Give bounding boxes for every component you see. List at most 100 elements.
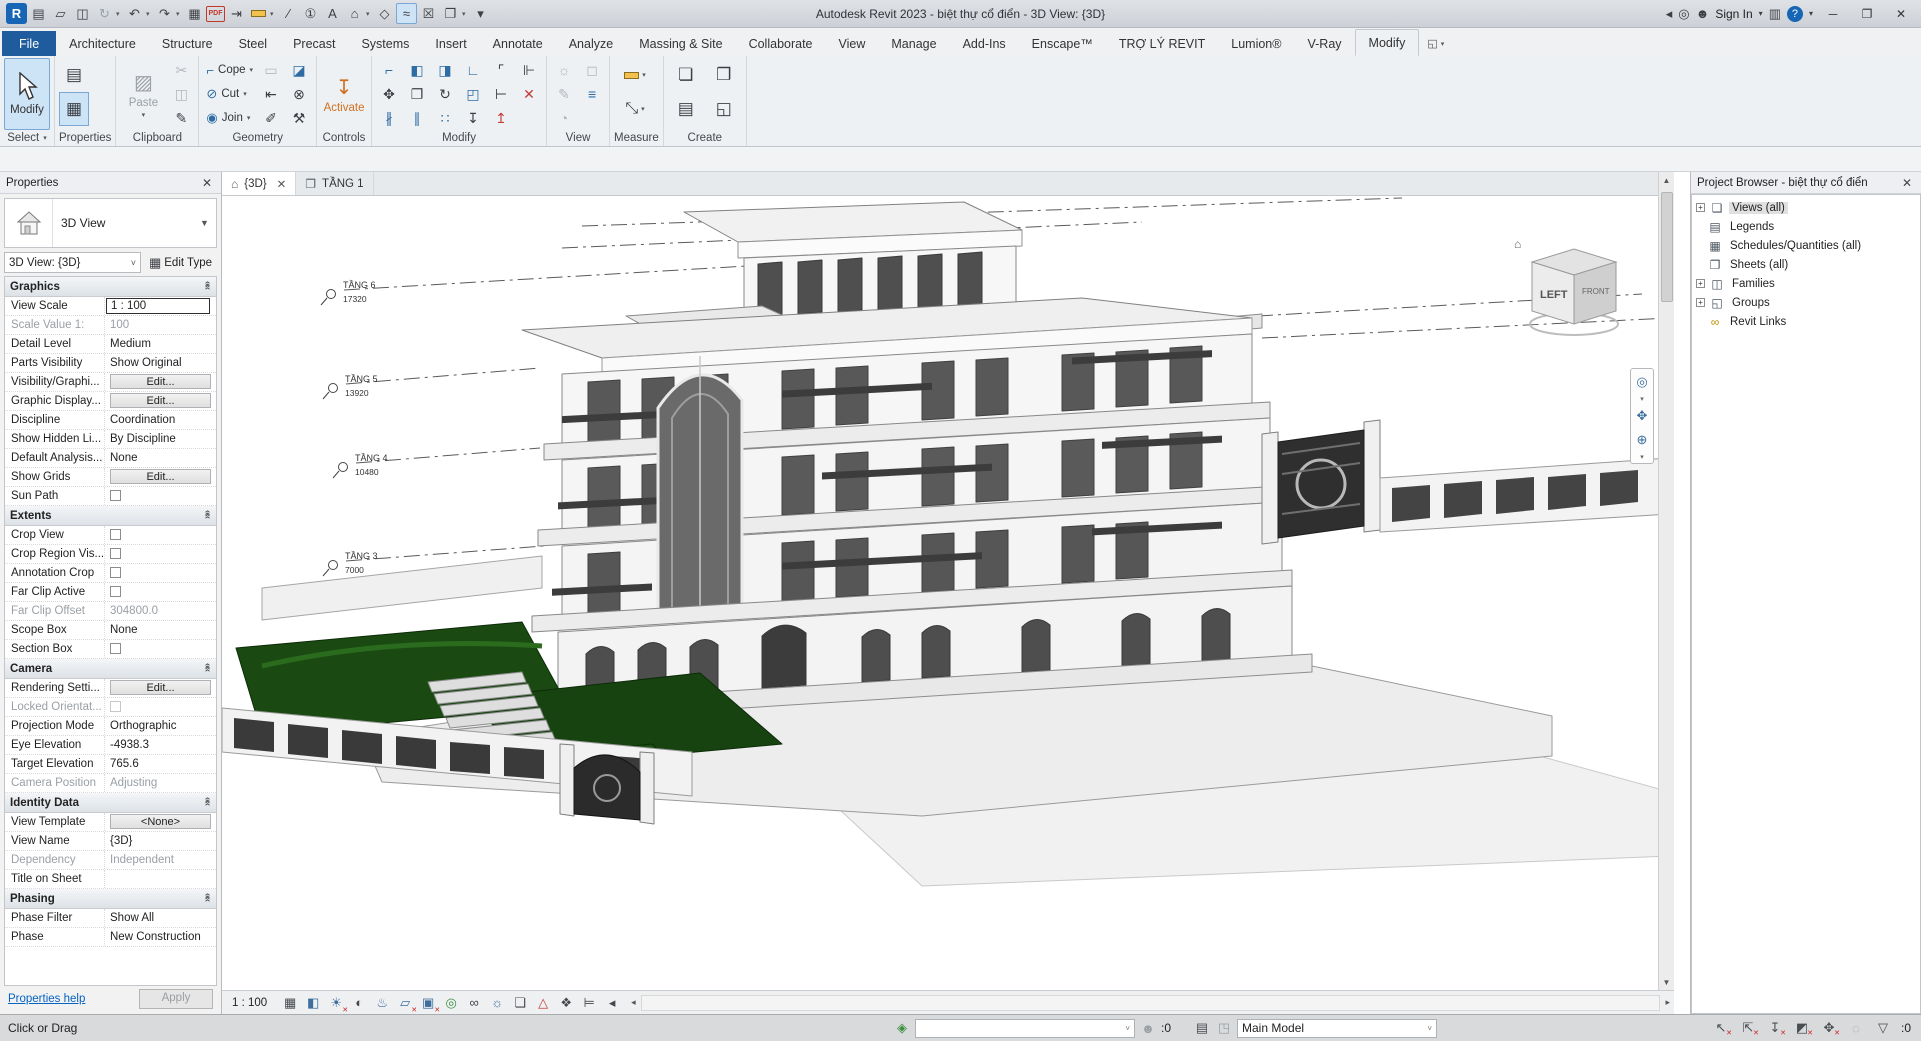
view-panel-label[interactable]: View bbox=[551, 130, 605, 146]
expand-icon[interactable]: + bbox=[1696, 203, 1705, 212]
wall-joins-button[interactable]: ⇤ bbox=[258, 82, 284, 106]
switch-windows-icon[interactable]: ❐ bbox=[440, 3, 461, 24]
cope-button-dropdown[interactable]: ▾ bbox=[250, 66, 254, 74]
section-icon[interactable]: ◇ bbox=[374, 3, 395, 24]
reveal-hidden-elements-icon[interactable]: ☼ bbox=[487, 993, 507, 1013]
account-icon[interactable]: ☻ bbox=[1696, 6, 1710, 21]
create-parts-button[interactable]: ◱ bbox=[706, 92, 742, 126]
print-icon[interactable]: ▦ bbox=[184, 3, 205, 24]
measure-button[interactable]: ▾ bbox=[614, 58, 656, 92]
trim-extend-corner-button[interactable]: ⌜ bbox=[488, 58, 514, 82]
pin-button[interactable]: ↧ bbox=[460, 106, 486, 130]
property-value[interactable] bbox=[105, 526, 216, 544]
type-properties-button[interactable]: ▦ bbox=[59, 92, 89, 126]
zoom-icon[interactable]: ⊕ bbox=[1632, 429, 1652, 451]
file-doc-icon[interactable]: ▤ bbox=[28, 3, 49, 24]
browser-item-legends[interactable]: ▤Legends bbox=[1692, 217, 1920, 236]
ribbon-tab-v-ray[interactable]: V-Ray bbox=[1294, 31, 1354, 56]
default-3d-view-icon[interactable]: ⌂ bbox=[344, 3, 365, 24]
edit-button[interactable]: Edit... bbox=[110, 680, 211, 695]
ribbon-tab-tr-l-revit[interactable]: TRỢ LÝ REVIT bbox=[1106, 31, 1218, 56]
help-dropdown-icon[interactable]: ▾ bbox=[1809, 9, 1813, 18]
rotate-button[interactable]: ↻ bbox=[432, 82, 458, 106]
property-value[interactable]: Edit... bbox=[105, 679, 216, 697]
design-option-select[interactable]: Main Model˅ bbox=[1237, 1019, 1437, 1038]
reveal-constraints-icon[interactable]: ⊨ bbox=[579, 993, 599, 1013]
selection-filter-icon[interactable]: ▽ bbox=[1874, 1020, 1892, 1036]
sync-icon-dropdown[interactable]: ▾ bbox=[116, 10, 123, 18]
visual-style-icon[interactable]: ◧ bbox=[303, 993, 323, 1013]
cut-profile-button[interactable]: ◔ bbox=[551, 106, 577, 130]
save-icon[interactable]: ◫ bbox=[72, 3, 93, 24]
rendering-dialog-icon[interactable]: ♨ bbox=[372, 993, 392, 1013]
collapse-chevron-icon[interactable]: »» bbox=[202, 512, 213, 519]
revit-logo[interactable]: R bbox=[6, 3, 27, 24]
copy-to-clipboard-button[interactable]: ◫ bbox=[168, 82, 194, 106]
beam-wall-join-button[interactable]: ▭ bbox=[258, 58, 284, 82]
select-underlay-elements-toggle[interactable]: ⇱ bbox=[1739, 1020, 1757, 1036]
browser-item-groups[interactable]: +◱Groups bbox=[1692, 293, 1920, 312]
property-value[interactable]: None bbox=[105, 621, 216, 639]
property-value[interactable] bbox=[105, 870, 216, 888]
sign-in-button[interactable]: Sign In bbox=[1715, 7, 1752, 21]
property-value[interactable]: Edit... bbox=[105, 392, 216, 410]
create-assembly-button[interactable]: ▤ bbox=[668, 92, 704, 126]
hscroll-track[interactable] bbox=[641, 995, 1661, 1011]
apply-coping-button[interactable]: ◪ bbox=[286, 58, 312, 82]
dimension-icon[interactable] bbox=[248, 3, 269, 24]
text-icon[interactable]: A bbox=[322, 3, 343, 24]
cope-button[interactable]: ⌐Cope▾ bbox=[203, 58, 256, 82]
property-value[interactable]: Show Original bbox=[105, 354, 216, 372]
paste-button-dropdown[interactable]: ▾ bbox=[142, 111, 146, 119]
vertical-scrollbar[interactable]: ▲ ▼ bbox=[1658, 172, 1674, 990]
property-value[interactable] bbox=[105, 487, 216, 505]
property-input[interactable]: 1 : 100 bbox=[106, 298, 210, 314]
undo-icon[interactable]: ↶ bbox=[124, 3, 145, 24]
customize-qat-icon[interactable]: ▾ bbox=[470, 3, 491, 24]
ribbon-tab-steel[interactable]: Steel bbox=[226, 31, 281, 56]
collapse-chevron-icon[interactable]: »» bbox=[202, 895, 213, 902]
ribbon-tab-modify[interactable]: Modify bbox=[1355, 29, 1420, 56]
default-3d-view-icon-dropdown[interactable]: ▾ bbox=[366, 10, 373, 18]
properties-panel-label[interactable]: Properties bbox=[59, 129, 111, 146]
select-panel-label[interactable]: Select▾ bbox=[4, 130, 50, 146]
vscroll-down-arrow[interactable]: ▼ bbox=[1659, 974, 1675, 990]
measure-button-dropdown[interactable]: ▾ bbox=[642, 71, 646, 79]
displacement-sets-icon[interactable]: ❖ bbox=[556, 993, 576, 1013]
property-value[interactable] bbox=[105, 698, 216, 716]
worksets-icon[interactable]: ◈ bbox=[893, 1020, 911, 1036]
vscroll-thumb[interactable] bbox=[1661, 192, 1673, 302]
browser-item-revit-links[interactable]: ∞Revit Links bbox=[1692, 312, 1920, 331]
ribbon-tab-analyze[interactable]: Analyze bbox=[556, 31, 626, 56]
mirror-draw-axis-button[interactable]: ◨ bbox=[432, 58, 458, 82]
ribbon-tab-file[interactable]: File bbox=[2, 31, 56, 56]
expand-icon[interactable]: + bbox=[1696, 279, 1705, 288]
shadows-icon[interactable]: ◐ bbox=[349, 993, 369, 1013]
ribbon-tab-precast[interactable]: Precast bbox=[280, 31, 348, 56]
level-marker[interactable]: TẦNG 6 17320 bbox=[321, 280, 376, 305]
property-value[interactable]: Adjusting bbox=[105, 774, 216, 792]
redo-icon[interactable]: ↷ bbox=[154, 3, 175, 24]
ribbon-tab-manage[interactable]: Manage bbox=[878, 31, 949, 56]
property-value[interactable]: Edit... bbox=[105, 373, 216, 391]
property-value[interactable]: <None> bbox=[105, 813, 216, 831]
section-header-identity-data[interactable]: Identity Data»» bbox=[5, 793, 216, 813]
active-option-only-icon[interactable]: ◳ bbox=[1215, 1020, 1233, 1036]
match-type-properties-button[interactable]: ✎ bbox=[168, 106, 194, 130]
workset-select[interactable]: ˅ bbox=[915, 1019, 1135, 1038]
pan-icon[interactable]: ✥ bbox=[1632, 405, 1652, 427]
sun-path-icon[interactable]: ☀ bbox=[326, 993, 346, 1013]
split-with-gap-button[interactable]: ∥ bbox=[404, 106, 430, 130]
property-value[interactable]: None bbox=[105, 449, 216, 467]
browser-item-schedules-quantities-all-[interactable]: ▦Schedules/Quantities (all) bbox=[1692, 236, 1920, 255]
model-view-3d[interactable]: TẦNG 6 17320 TẦNG 5 13920 TẦNG 4 10480 T… bbox=[222, 196, 1674, 990]
property-value[interactable] bbox=[105, 583, 216, 601]
collapse-chevron-icon[interactable]: »» bbox=[202, 283, 213, 290]
steering-wheel-dropdown-icon[interactable]: ▾ bbox=[1640, 395, 1644, 403]
trim-extend-multiple-button[interactable]: ⊩ bbox=[516, 58, 542, 82]
property-value[interactable]: -4938.3 bbox=[105, 736, 216, 754]
section-header-phasing[interactable]: Phasing»» bbox=[5, 889, 216, 909]
property-value[interactable]: 304800.0 bbox=[105, 602, 216, 620]
ribbon-tab-add-ins[interactable]: Add-Ins bbox=[950, 31, 1019, 56]
ribbon-tab-architecture[interactable]: Architecture bbox=[56, 31, 149, 56]
